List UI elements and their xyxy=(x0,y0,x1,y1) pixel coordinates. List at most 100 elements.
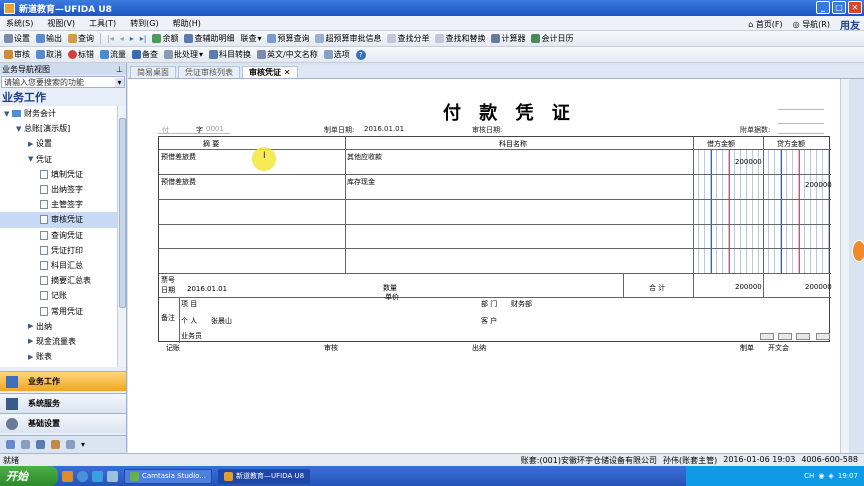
settings-tool[interactable]: 设置 xyxy=(4,33,30,44)
sidebar-tree-item[interactable]: 常用凭证 xyxy=(0,303,118,318)
scroll-thumb[interactable] xyxy=(119,118,126,308)
minimize-button[interactable]: _ xyxy=(816,1,830,14)
mini-icon[interactable] xyxy=(796,333,810,340)
row1-account[interactable]: 其他应收款 xyxy=(347,152,382,162)
query-tool[interactable]: 查询 xyxy=(68,33,94,44)
aux-detail-tool[interactable]: 查辅助明细 xyxy=(184,33,234,44)
expand-right-icon[interactable]: ▶ xyxy=(28,140,36,148)
home-button[interactable]: ⌂ 首页(F) xyxy=(748,19,782,30)
find-split-tool[interactable]: 查找分单 xyxy=(387,33,429,44)
expand-right-icon[interactable]: ▶ xyxy=(28,337,36,345)
sidebar-tree-item[interactable]: 主管签字 xyxy=(0,197,118,212)
sidebar-tree-item[interactable]: ▼ 凭证 xyxy=(0,152,118,167)
sidebar-tree-item[interactable]: ▶ 设置 xyxy=(0,136,118,151)
calculator-tool[interactable]: 计算器 xyxy=(491,33,525,44)
expand-right-icon[interactable]: ▶ xyxy=(28,353,36,361)
lang-indicator[interactable]: CH xyxy=(804,472,814,480)
budget-query-tool[interactable]: 预算查询 xyxy=(267,33,309,44)
menu-tools[interactable]: 工具(T) xyxy=(89,18,116,29)
sidebar-tree-item[interactable]: 摘要汇总表 xyxy=(0,273,118,288)
expand-down-icon[interactable]: ▼ xyxy=(4,110,12,118)
maximize-button[interactable]: □ xyxy=(832,1,846,14)
nav-business-work[interactable]: 业务工作 xyxy=(0,371,126,391)
sidebar-tree-item[interactable]: 审核凭证 xyxy=(0,212,118,228)
function-search-input[interactable]: 请输入您要搜索的功能 ▾ xyxy=(1,76,125,88)
nav-system-service[interactable]: 系统服务 xyxy=(0,393,126,413)
shortcut-icon[interactable] xyxy=(36,439,45,449)
expand-right-icon[interactable]: ▶ xyxy=(28,322,36,330)
row1-summary[interactable]: 预借差旅费 xyxy=(161,152,196,162)
over-budget-tool[interactable]: 超预算审批信息 xyxy=(315,33,381,44)
dropdown-arrow-icon[interactable]: ▾ xyxy=(115,77,124,87)
memo-tool[interactable]: 备查 xyxy=(132,49,158,60)
language-tool[interactable]: 英文/中文名称 xyxy=(257,49,318,60)
sidebar-tree-item[interactable]: 出纳签字 xyxy=(0,182,118,197)
sidebar-tree-item[interactable]: ▼ 总账[演示版] xyxy=(0,121,118,136)
tray-icon[interactable]: ◈ xyxy=(828,472,833,480)
calendar-tool[interactable]: 会计日历 xyxy=(531,33,573,44)
mini-icon[interactable] xyxy=(760,333,774,340)
shortcut-icon[interactable] xyxy=(51,439,60,449)
balance-tool[interactable]: 余额 xyxy=(152,33,178,44)
mini-icon[interactable] xyxy=(816,333,830,340)
nav-basic-settings[interactable]: 基础设置 xyxy=(0,413,126,433)
shortcut-icon[interactable] xyxy=(66,439,75,449)
account-convert-tool[interactable]: 科目转换 xyxy=(209,49,251,60)
audit-tool[interactable]: 审核 xyxy=(4,49,30,60)
prev-record-icon[interactable]: ◂ xyxy=(120,34,124,43)
last-record-icon[interactable]: ▸| xyxy=(140,34,147,43)
export-tool[interactable]: 输出 xyxy=(36,33,62,44)
tab-simple-desktop[interactable]: 简易桌面 xyxy=(130,66,176,78)
menu-view[interactable]: 视图(V) xyxy=(47,18,75,29)
cancel-tool[interactable]: 取消 xyxy=(36,49,62,60)
sidebar-tree-item[interactable]: ▶ 账表 xyxy=(0,349,118,364)
sidebar-tree-item[interactable]: 记账 xyxy=(0,288,118,303)
task-ufida[interactable]: 新道教育—UFIDA U8 xyxy=(217,468,311,484)
tab-voucher-audit-list[interactable]: 凭证审核列表 xyxy=(178,66,240,78)
first-record-icon[interactable]: |◂ xyxy=(107,34,114,43)
sidebar-tree-item[interactable]: 填制凭证 xyxy=(0,167,118,182)
sidebar-tree-item[interactable]: ▼ 财务会计 xyxy=(0,106,118,121)
ie-icon[interactable] xyxy=(77,470,88,482)
sidebar-tree-item[interactable]: 科目汇总 xyxy=(0,258,118,273)
shortcut-icon[interactable] xyxy=(6,439,15,449)
start-button[interactable]: 开始 xyxy=(0,466,58,486)
quicklaunch-icon[interactable] xyxy=(92,470,103,482)
row2-credit[interactable]: 200000 xyxy=(805,181,832,189)
pin-icon[interactable]: ⊥ xyxy=(116,65,123,74)
sidebar-tree-item[interactable]: 查询凭证 xyxy=(0,228,118,243)
row2-summary[interactable]: 预借差旅费 xyxy=(161,177,196,187)
side-widget-icon[interactable] xyxy=(852,240,864,262)
menu-goto[interactable]: 转到(G) xyxy=(130,18,158,29)
sidebar-tree-item[interactable]: ▶ 现金流量表 xyxy=(0,334,118,349)
help-icon[interactable]: ? xyxy=(355,49,366,60)
quicklaunch-icon[interactable] xyxy=(107,470,118,482)
quicklaunch-icon[interactable] xyxy=(62,470,73,482)
batch-tool[interactable]: 批处理 ▾ xyxy=(164,49,203,60)
find-replace-tool[interactable]: 查找和替换 xyxy=(435,33,485,44)
menu-help[interactable]: 帮助(H) xyxy=(173,18,201,29)
mini-icon[interactable] xyxy=(778,333,792,340)
nav-button[interactable]: ◎ 导航(R) xyxy=(793,19,830,30)
cashflow-tool[interactable]: 流量 xyxy=(100,49,126,60)
row2-account[interactable]: 库存现金 xyxy=(347,177,375,187)
content-scrollbar[interactable] xyxy=(840,79,849,453)
close-button[interactable]: ✕ xyxy=(848,1,862,14)
shortcut-icon[interactable] xyxy=(21,439,30,449)
close-tab-icon[interactable]: ✕ xyxy=(284,68,291,77)
options-tool[interactable]: 选项 xyxy=(323,49,350,60)
menu-system[interactable]: 系统(S) xyxy=(6,18,33,29)
expand-down-icon[interactable]: ▼ xyxy=(28,155,36,163)
tab-audit-voucher[interactable]: 审核凭证 ✕ xyxy=(242,66,298,78)
mark-error-tool[interactable]: 标错 xyxy=(68,49,94,60)
task-camtasia[interactable]: Camtasia Studio... xyxy=(124,468,212,484)
chevron-down-icon[interactable]: ▾ xyxy=(81,440,85,449)
sidebar-tree-item[interactable]: 凭证打印 xyxy=(0,243,118,258)
tray-icon[interactable]: ◉ xyxy=(818,472,824,480)
row1-debit[interactable]: 200000 xyxy=(735,158,762,166)
expand-down-icon[interactable]: ▼ xyxy=(16,125,24,133)
sidebar-tree-item[interactable]: ▶ 出纳 xyxy=(0,319,118,334)
next-record-icon[interactable]: ▸ xyxy=(130,34,134,43)
sidebar-scrollbar[interactable] xyxy=(117,106,126,367)
linked-query-tool[interactable]: 联查 ▾ xyxy=(240,33,261,44)
